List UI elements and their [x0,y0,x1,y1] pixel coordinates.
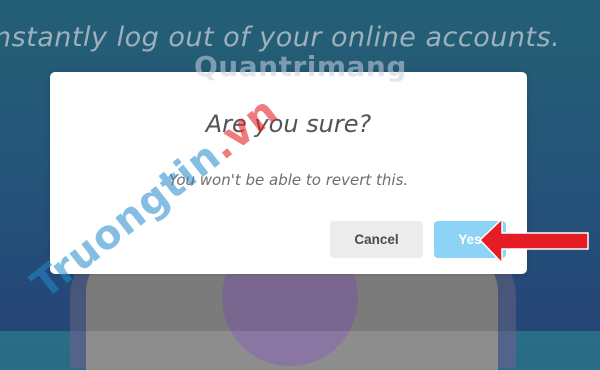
watermark-right: Quantrimang [194,50,407,83]
dialog-message: You won't be able to revert this. [168,171,409,189]
cancel-button[interactable]: Cancel [330,221,423,258]
dialog-title: Are you sure? [205,110,372,138]
red-arrow-icon [480,219,589,265]
